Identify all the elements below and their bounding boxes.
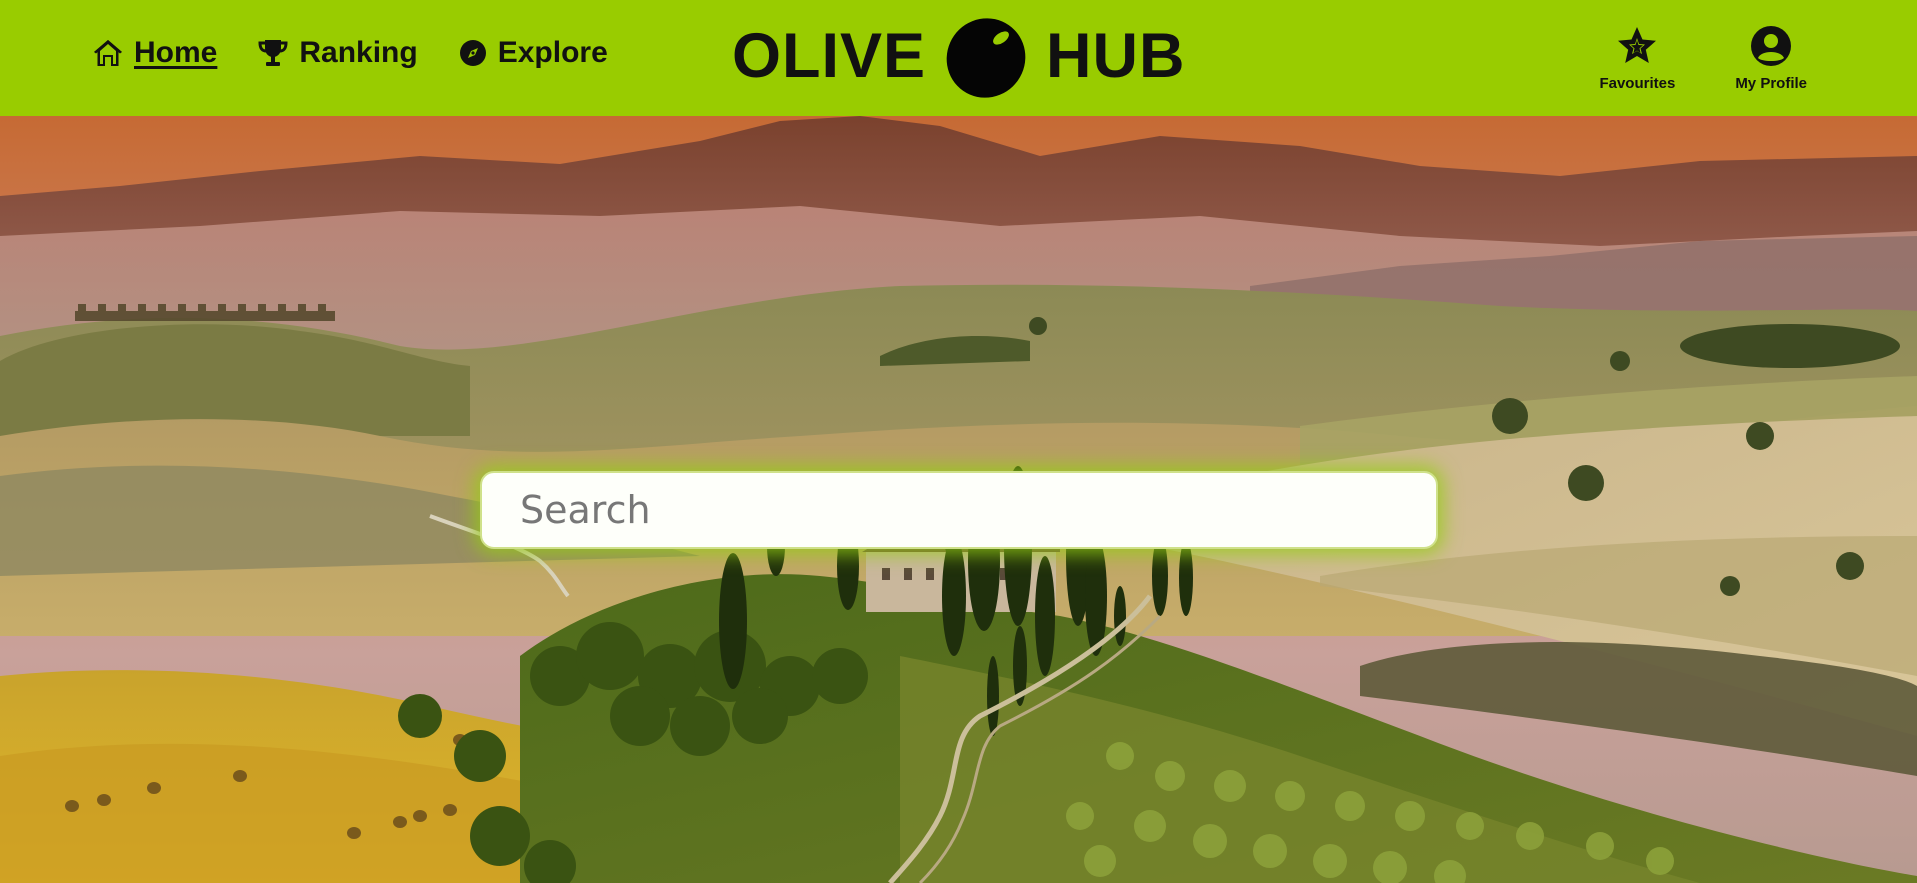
logo-text-left: OLIVE bbox=[732, 21, 927, 91]
favourites-label: Favourites bbox=[1599, 75, 1676, 92]
nav-home-label: Home bbox=[134, 36, 218, 69]
search-bar bbox=[480, 471, 1438, 549]
nav-explore-link[interactable]: Explore bbox=[458, 36, 608, 70]
nav-ranking-link[interactable]: Ranking bbox=[257, 36, 418, 70]
compass-icon bbox=[458, 38, 488, 68]
top-navbar: Home Ranking Explore OLIVE HUB Favourite… bbox=[0, 0, 1917, 116]
nav-ranking-label: Ranking bbox=[299, 36, 418, 69]
site-logo[interactable]: OLIVE HUB bbox=[732, 14, 1186, 98]
favourites-button[interactable]: Favourites bbox=[1599, 24, 1675, 92]
user-actions: Favourites My Profile bbox=[1539, 24, 1807, 92]
olive-icon bbox=[944, 16, 1028, 100]
trophy-icon bbox=[257, 38, 289, 68]
star-icon bbox=[1615, 24, 1659, 73]
logo-text-right: HUB bbox=[1046, 21, 1186, 91]
user-circle-icon bbox=[1749, 24, 1793, 73]
hero-landscape-image bbox=[0, 116, 1917, 883]
main-nav: Home Ranking Explore bbox=[92, 36, 648, 70]
page: Home Ranking Explore OLIVE HUB Favourite… bbox=[0, 0, 1917, 883]
nav-home-link[interactable]: Home bbox=[92, 36, 217, 70]
search-input[interactable] bbox=[480, 471, 1438, 549]
home-icon bbox=[92, 38, 124, 68]
my-profile-button[interactable]: My Profile bbox=[1735, 24, 1807, 92]
nav-explore-label: Explore bbox=[497, 36, 608, 69]
my-profile-label: My Profile bbox=[1735, 75, 1807, 92]
